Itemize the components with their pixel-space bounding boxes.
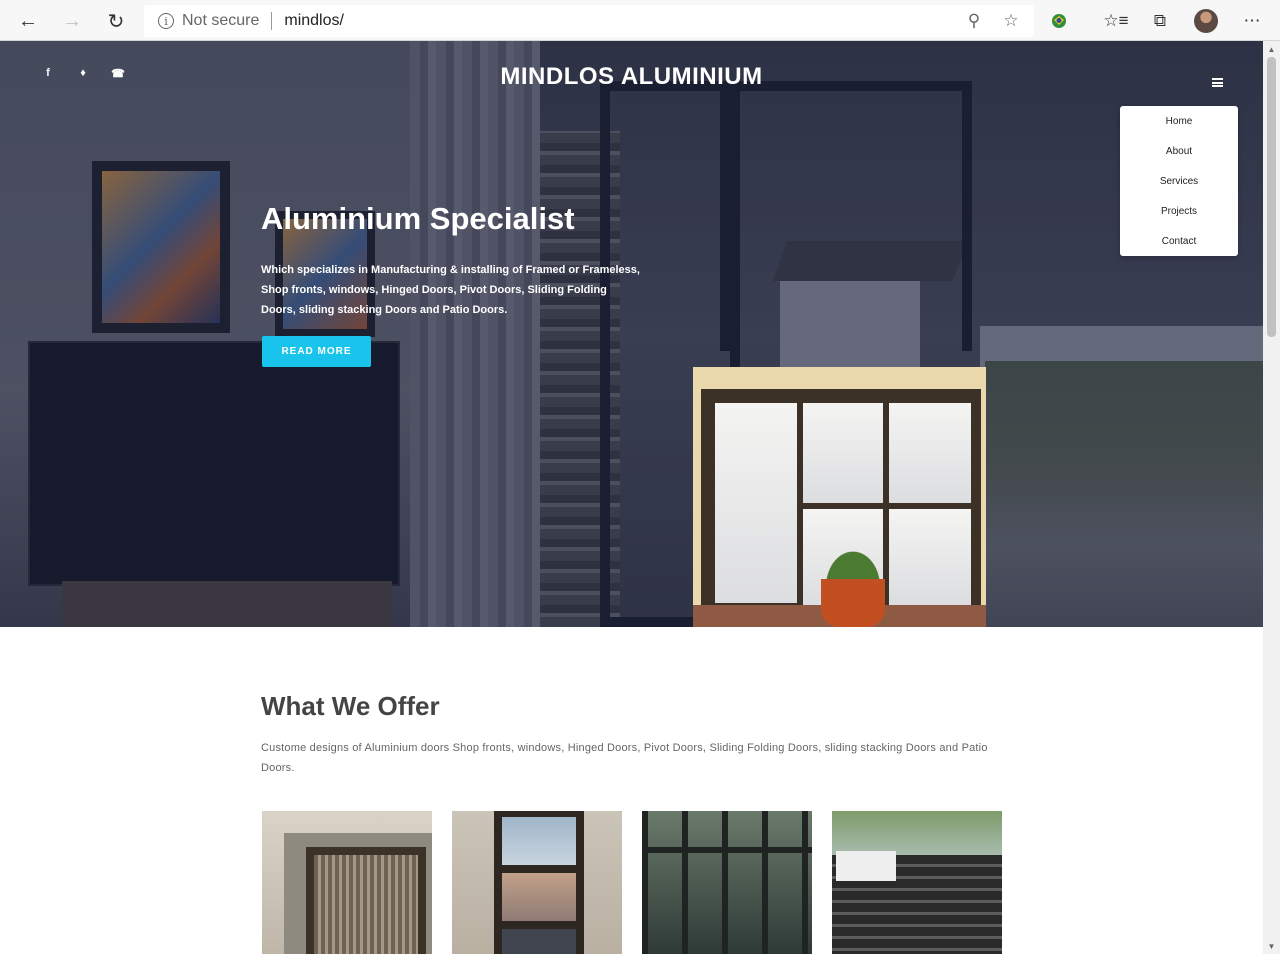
info-icon[interactable]: i xyxy=(158,13,174,29)
thumb-window-blinds xyxy=(314,855,418,954)
address-bar[interactable]: i Not secure mindlos/ ⚲ ☆ xyxy=(144,5,1034,37)
scrollbar[interactable]: ▲ ▼ xyxy=(1263,41,1280,954)
nav-item-services[interactable]: Services xyxy=(1120,166,1238,196)
thumb-glass xyxy=(502,929,576,954)
extension-globe-icon xyxy=(1052,14,1066,28)
offer-title: What We Offer xyxy=(261,691,440,721)
thumb-glass xyxy=(502,817,576,865)
site-brand[interactable]: MINDLOS ALUMINIUM xyxy=(0,63,1263,91)
photo-window-pane xyxy=(803,403,883,503)
zoom-icon[interactable]: ⚲ xyxy=(964,11,984,31)
hero-title: Aluminium Specialist xyxy=(261,201,575,236)
thumb-fence-cap xyxy=(836,851,896,881)
url-text[interactable]: mindlos/ xyxy=(284,12,344,30)
photo-window-pane xyxy=(889,509,971,605)
hero-section: f ♦ ☎ MINDLOS ALUMINIUM Home About Servi… xyxy=(0,41,1263,627)
scrollbar-thumb[interactable] xyxy=(1267,57,1276,337)
hero-description: Which specializes in Manufacturing & ins… xyxy=(261,264,640,316)
photo-window-pane xyxy=(715,403,797,603)
address-separator xyxy=(271,12,273,30)
nav-item-about[interactable]: About xyxy=(1120,136,1238,166)
favorite-star-icon[interactable]: ☆ xyxy=(1001,11,1021,31)
nav-item-home[interactable]: Home xyxy=(1120,106,1238,136)
more-icon[interactable]: ⋯ xyxy=(1240,9,1264,33)
offer-description: Custome designs of Aluminium doors Shop … xyxy=(261,742,988,774)
offer-thumbnail[interactable] xyxy=(642,811,812,954)
menu-icon[interactable] xyxy=(1212,77,1223,88)
security-label: Not secure xyxy=(182,12,260,29)
back-icon[interactable]: ← xyxy=(13,6,43,36)
thumb-glass xyxy=(502,873,576,921)
nav-item-projects[interactable]: Projects xyxy=(1120,196,1238,226)
forward-icon[interactable]: → xyxy=(57,6,87,36)
page-viewport: f ♦ ☎ MINDLOS ALUMINIUM Home About Servi… xyxy=(0,41,1263,954)
scroll-down-icon[interactable]: ▼ xyxy=(1263,938,1280,954)
photo-pot xyxy=(821,579,885,627)
offer-thumbnail[interactable] xyxy=(262,811,432,954)
scroll-up-icon[interactable]: ▲ xyxy=(1263,41,1280,57)
nav-item-contact[interactable]: Contact xyxy=(1120,226,1238,256)
read-more-button[interactable]: READ MORE xyxy=(262,336,371,367)
browser-toolbar: ← → ↻ i Not secure mindlos/ ⚲ ☆ ☆≡ ⧉ ⋯ xyxy=(0,0,1280,41)
hero-window-photo xyxy=(693,367,986,627)
thumb-door-transom xyxy=(642,847,812,853)
refresh-icon[interactable]: ↻ xyxy=(101,6,131,36)
nav-dropdown: Home About Services Projects Contact xyxy=(1120,106,1238,256)
photo-window-pane xyxy=(889,403,971,503)
offer-thumbnail[interactable] xyxy=(832,811,1002,954)
collections-icon[interactable]: ⧉ xyxy=(1148,9,1172,33)
extension-icon[interactable] xyxy=(1047,9,1071,33)
hero-overlay xyxy=(0,41,1263,627)
thumb-door-frames xyxy=(642,811,812,954)
avatar[interactable] xyxy=(1194,9,1218,33)
offer-thumbnail[interactable] xyxy=(452,811,622,954)
favorites-icon[interactable]: ☆≡ xyxy=(1103,9,1128,33)
